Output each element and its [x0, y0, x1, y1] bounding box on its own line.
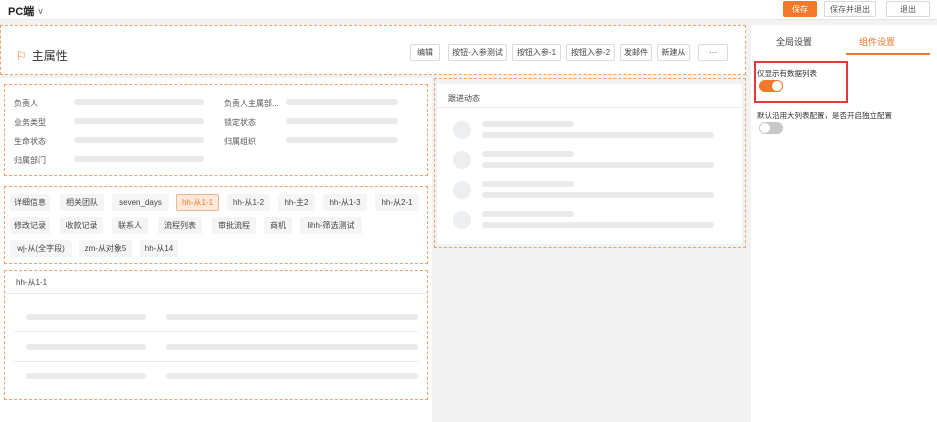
tab-hh-2-1[interactable]: hh-从2-1 — [375, 194, 419, 211]
platform-selector[interactable]: PC端 ∨ — [8, 3, 44, 19]
edit-button[interactable]: 编辑 — [410, 44, 440, 61]
field-value-placeholder — [286, 99, 398, 105]
follow-up-title: 跟进动态 — [448, 94, 480, 103]
field-label: 业务类型 — [14, 118, 46, 127]
field-value-placeholder — [286, 118, 398, 124]
active-tab-indicator — [846, 53, 930, 55]
tab-hh-1-3[interactable]: hh-从1-3 — [323, 194, 367, 211]
button-param-test[interactable]: 按钮-入参测试 — [448, 44, 507, 61]
divider — [14, 331, 418, 332]
tab-hh-main-2[interactable]: hh-主2 — [278, 194, 315, 211]
tab-history[interactable]: 修改记录 — [10, 217, 50, 234]
field-label: 锁定状态 — [224, 118, 256, 127]
tab-hh-14[interactable]: hh-从14 — [140, 240, 178, 257]
page-title-text: 主属性 — [31, 49, 68, 63]
field-label: 负责人主属部... — [224, 99, 279, 108]
tab-contacts[interactable]: 联系人 — [112, 217, 148, 234]
feed-placeholder — [482, 222, 714, 228]
field-value-placeholder — [286, 137, 398, 143]
tab-approval[interactable]: 审批流程 — [212, 217, 256, 234]
row-placeholder — [166, 344, 418, 350]
highlight-box — [754, 61, 848, 103]
tab-wj-all-fields[interactable]: wj-从(全字段) — [10, 240, 72, 257]
field-value-placeholder — [74, 99, 204, 105]
field-label: 生命状态 — [14, 137, 46, 146]
toggle-knob — [760, 123, 770, 133]
row-placeholder — [166, 373, 418, 379]
field-label: 负责人 — [14, 99, 38, 108]
row-placeholder — [26, 314, 146, 320]
button-param-2[interactable]: 按钮入参-2 — [566, 44, 615, 61]
field-value-placeholder — [74, 156, 204, 162]
exit-button[interactable]: 退出 — [886, 1, 930, 17]
send-email-button[interactable]: 发邮件 — [620, 44, 652, 61]
sub-list-title: hh-从1-1 — [16, 278, 48, 287]
field-label: 归属组织 — [224, 137, 256, 146]
field-label: 归属部门 — [14, 156, 46, 165]
feed-placeholder — [482, 162, 714, 168]
divider — [14, 361, 418, 362]
avatar — [453, 121, 471, 139]
top-bar: PC端 ∨ 保存 保存并退出 退出 — [0, 0, 937, 20]
independent-config-label: 默认沿用大列表配置，是否开启独立配置 — [757, 111, 892, 120]
avatar — [453, 181, 471, 199]
row-placeholder — [26, 373, 146, 379]
feed-placeholder — [482, 211, 574, 217]
tab-opportunity[interactable]: 商机 — [264, 217, 292, 234]
tab-team[interactable]: 相关团队 — [60, 194, 104, 211]
page-title: ⚐ 主属性 — [16, 47, 68, 64]
avatar — [453, 151, 471, 169]
info-card[interactable] — [4, 84, 428, 176]
more-button[interactable]: ··· — [698, 44, 728, 61]
row-placeholder — [26, 344, 146, 350]
independent-config-toggle[interactable] — [759, 122, 783, 134]
tab-component-settings[interactable]: 组件设置 — [859, 35, 895, 48]
feed-placeholder — [482, 121, 574, 127]
chevron-down-icon: ∨ — [37, 5, 44, 16]
flag-icon: ⚐ — [16, 48, 27, 63]
tab-global-settings[interactable]: 全局设置 — [776, 35, 812, 48]
feed-placeholder — [482, 181, 574, 187]
tab-payments[interactable]: 收款记录 — [60, 217, 103, 234]
feed-placeholder — [482, 192, 714, 198]
field-value-placeholder — [74, 137, 204, 143]
platform-title: PC端 — [8, 6, 35, 18]
feed-placeholder — [482, 151, 574, 157]
tab-detail[interactable]: 详细信息 — [10, 194, 50, 211]
tab-hh-1-2[interactable]: hh-从1-2 — [227, 194, 270, 211]
save-button[interactable]: 保存 — [783, 1, 817, 17]
row-placeholder — [166, 314, 418, 320]
divider — [438, 107, 741, 108]
tab-filter-test[interactable]: lihh-筛选测试 — [300, 217, 362, 234]
tab-hh-1-1[interactable]: hh-从1-1 — [176, 194, 219, 211]
button-param-1[interactable]: 按钮入参-1 — [512, 44, 561, 61]
tab-zm-object-5[interactable]: zm-从对象5 — [79, 240, 132, 257]
tab-seven-days[interactable]: seven_days — [112, 194, 169, 211]
field-value-placeholder — [74, 118, 204, 124]
save-and-exit-button[interactable]: 保存并退出 — [824, 1, 876, 17]
feed-placeholder — [482, 132, 714, 138]
tab-process-list[interactable]: 流程列表 — [158, 217, 202, 234]
new-detail-button[interactable]: 新建从 — [657, 44, 690, 61]
divider — [5, 293, 427, 294]
sub-list-card[interactable] — [4, 270, 428, 400]
avatar — [453, 211, 471, 229]
